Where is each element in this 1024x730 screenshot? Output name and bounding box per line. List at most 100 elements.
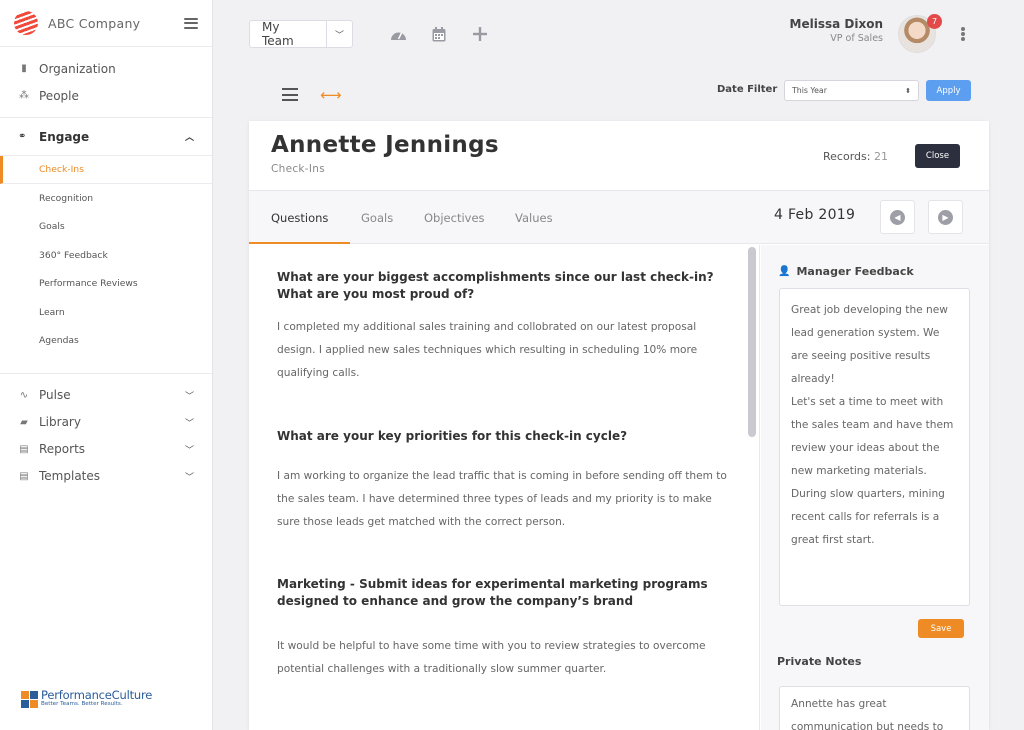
document-icon: ▤ <box>19 470 29 482</box>
sidebar-subitem-agendas[interactable]: Agendas <box>0 326 212 354</box>
chevron-down-icon: ﹀ <box>184 472 194 483</box>
book-icon: ▰ <box>20 416 28 428</box>
engage-submenu: Check-Ins Recognition Goals 360° Feedbac… <box>0 156 212 374</box>
sidebar-item-reports[interactable]: ▤ Reports ﹀ <box>0 436 212 463</box>
horizontal-arrows-icon[interactable]: ⟷ <box>320 86 342 104</box>
save-button[interactable]: Save <box>918 619 964 638</box>
company-name: ABC Company <box>48 15 141 31</box>
user-info: Melissa Dixon VP of Sales <box>790 17 883 44</box>
private-notes-text: Annette has great communication but need… <box>791 698 944 730</box>
sidebar-item-people[interactable]: ⁂ People <box>0 82 212 109</box>
tab-questions[interactable]: Questions <box>271 191 328 244</box>
apply-button[interactable]: Apply <box>926 80 971 101</box>
sidebar-item-label: People <box>39 88 79 103</box>
feedback-paragraph: Great job developing the new lead genera… <box>791 304 948 385</box>
tab-values[interactable]: Values <box>515 191 553 244</box>
sidebar-item-label: Reports <box>39 442 86 457</box>
handshake-icon: ⚭ <box>18 131 27 142</box>
sidebar-item-library[interactable]: ▰ Library ﹀ <box>0 409 212 436</box>
private-notes-title: Private Notes <box>777 655 862 668</box>
date-filter-label: Date Filter <box>717 84 778 95</box>
sidebar-item-templates[interactable]: ▤ Templates ﹀ <box>0 463 212 490</box>
user-role: VP of Sales <box>830 33 883 44</box>
brand-bar: ABC Company <box>0 0 212 47</box>
person-name: Annette Jennings <box>271 132 499 158</box>
chevron-down-icon: ﹀ <box>184 391 194 402</box>
date-filter-value: This Year <box>792 86 827 95</box>
chevron-down-icon: ﹀ <box>184 445 194 456</box>
close-button[interactable]: Close <box>915 144 960 168</box>
chevron-left-icon: ◀ <box>890 209 905 225</box>
checkin-card: Annette Jennings Check-Ins Records: 21 C… <box>249 121 989 730</box>
feedback-paragraph: Let's set a time to meet with the sales … <box>791 396 954 477</box>
sidebar-item-engage[interactable]: ⚭ Engage ︿ <box>0 118 212 156</box>
sidebar-item-label: Library <box>39 415 81 430</box>
chevron-right-icon: ▶ <box>938 209 953 225</box>
dashboard-icon[interactable] <box>389 25 407 43</box>
records-count: Records: 21 <box>823 150 888 163</box>
pulse-icon: ∿ <box>19 389 29 401</box>
logo-tagline: Better Teams. Better Results. <box>41 701 123 708</box>
feedback-pane: 👤 Manager Feedback Great job developing … <box>761 245 989 730</box>
sidebar: ABC Company ▮ Organization ⁂ People ⚭ En… <box>0 0 213 730</box>
sidebar-item-label: Pulse <box>39 388 71 403</box>
tab-objectives[interactable]: Objectives <box>424 191 485 244</box>
performance-culture-logo: PerformanceCulture Better Teams. Better … <box>21 687 153 708</box>
sidebar-item-label: Templates <box>39 469 101 484</box>
performance-culture-mark-icon <box>21 690 38 708</box>
chevron-down-icon[interactable]: ﹀ <box>326 21 352 47</box>
scrollbar-thumb[interactable] <box>748 247 756 437</box>
private-notes-textarea[interactable]: Annette has great communication but need… <box>779 686 970 730</box>
sidebar-item-label: Engage <box>39 129 90 144</box>
date-filter-select[interactable]: This Year ⬍ <box>784 80 919 101</box>
question-text: Marketing - Submit ideas for experimenta… <box>277 577 708 608</box>
user-name: Melissa Dixon <box>789 17 883 31</box>
select-arrows-icon: ⬍ <box>905 86 911 95</box>
sidebar-subitem-performance-reviews[interactable]: Performance Reviews <box>0 270 212 298</box>
previous-button[interactable]: ◀ <box>880 200 915 234</box>
building-icon: ▮ <box>21 63 27 74</box>
list-view-icon[interactable] <box>282 88 298 101</box>
document-icon: ▤ <box>19 443 29 455</box>
notification-badge[interactable]: 7 <box>927 14 942 29</box>
people-icon: ⁂ <box>19 90 29 101</box>
sidebar-item-pulse[interactable]: ∿ Pulse ﹀ <box>0 382 212 409</box>
logo-title: PerformanceCulture <box>41 687 153 702</box>
next-button[interactable]: ▶ <box>928 200 963 234</box>
answer-text: I am working to organize the lead traffi… <box>277 470 727 528</box>
sidebar-subitem-recognition[interactable]: Recognition <box>0 184 212 212</box>
records-label: Records: <box>823 150 871 163</box>
answer-text: It would be helpful to have some time wi… <box>277 640 706 675</box>
active-tab-indicator <box>249 242 350 244</box>
hamburger-menu-icon[interactable] <box>184 17 198 29</box>
sidebar-subitem-check-ins[interactable]: Check-Ins <box>0 156 212 185</box>
manager-feedback-label: Manager Feedback <box>796 265 914 278</box>
plus-icon[interactable] <box>471 25 489 43</box>
card-header: Annette Jennings Check-Ins Records: 21 C… <box>249 121 989 191</box>
calendar-icon[interactable] <box>430 25 448 43</box>
sidebar-subitem-360-feedback[interactable]: 360° Feedback <box>0 241 212 269</box>
chevron-up-icon: ︿ <box>184 133 194 143</box>
team-select-value: My Team <box>262 20 294 48</box>
feedback-paragraph: During slow quarters, mining recent call… <box>791 488 945 546</box>
questions-pane: What are your biggest accomplishments si… <box>249 245 760 730</box>
team-select[interactable]: My Team ﹀ <box>249 20 353 48</box>
sidebar-item-organization[interactable]: ▮ Organization <box>0 55 212 82</box>
question-text: What are your biggest accomplishments si… <box>277 270 714 301</box>
sidebar-subitem-learn[interactable]: Learn <box>0 298 212 326</box>
answer-text: I completed my additional sales training… <box>277 321 698 379</box>
manager-feedback-title: 👤 Manager Feedback <box>778 265 914 278</box>
sidebar-subitem-goals[interactable]: Goals <box>0 213 212 241</box>
checkin-date: 4 Feb 2019 <box>774 207 856 223</box>
records-value: 21 <box>873 150 888 163</box>
sidebar-lower-group: ∿ Pulse ﹀ ▰ Library ﹀ ▤ Reports ﹀ ▤ Temp… <box>0 374 212 490</box>
manager-feedback-textarea[interactable]: Great job developing the new lead genera… <box>779 288 970 606</box>
tab-bar: Questions Goals Objectives Values 4 Feb … <box>249 191 989 244</box>
person-subtitle: Check-Ins <box>271 163 326 175</box>
chevron-down-icon: ﹀ <box>184 418 194 429</box>
sidebar-top-group: ▮ Organization ⁂ People <box>0 47 212 118</box>
user-feedback-icon: 👤 <box>778 266 791 277</box>
more-options-icon[interactable] <box>961 27 965 41</box>
tab-goals[interactable]: Goals <box>361 191 393 244</box>
question-text: What are your key priorities for this ch… <box>277 429 628 443</box>
